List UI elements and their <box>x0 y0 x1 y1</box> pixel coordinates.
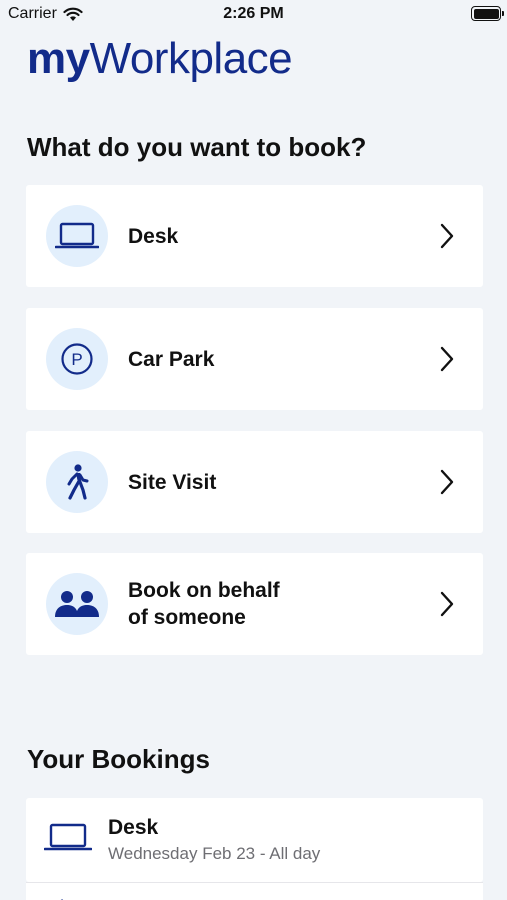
booking-item[interactable]: Desk Wednesday Feb 23 - All day <box>26 798 483 882</box>
people-icon <box>55 591 99 617</box>
book-car-park-label: Car Park <box>128 348 215 371</box>
chevron-right-icon <box>440 469 454 495</box>
svg-text:P: P <box>71 350 82 369</box>
laptop-icon <box>55 222 99 249</box>
book-desk-card[interactable]: Desk <box>26 185 483 287</box>
book-on-behalf-icon-circle <box>46 573 108 635</box>
site-visit-icon-circle <box>46 451 108 513</box>
logo-part-workplace: Workplace <box>89 34 293 83</box>
laptop-icon <box>44 823 92 851</box>
book-site-visit-card[interactable]: Site Visit <box>26 431 483 533</box>
book-on-behalf-line2: of someone <box>128 606 246 629</box>
book-on-behalf-line1: Book on behalf <box>128 579 280 602</box>
chevron-right-icon <box>440 591 454 617</box>
booking-title: Desk <box>108 816 159 839</box>
book-car-park-card[interactable]: P Car Park <box>26 308 483 410</box>
book-on-behalf-label: Book on behalf of someone <box>128 577 280 631</box>
book-section-title: What do you want to book? <box>27 132 367 162</box>
clock: 2:26 PM <box>223 5 284 22</box>
book-desk-label: Desk <box>128 225 179 248</box>
status-bar: Carrier 2:26 PM <box>0 0 507 30</box>
logo-part-my: my <box>27 34 90 83</box>
car-park-icon-circle: P <box>46 328 108 390</box>
walking-person-icon <box>60 899 64 900</box>
app-logo: myWorkplace <box>27 34 293 84</box>
book-on-behalf-card[interactable]: Book on behalf of someone <box>26 553 483 655</box>
booking-item-partial[interactable] <box>26 883 483 900</box>
book-site-visit-label: Site Visit <box>128 471 217 494</box>
parking-icon: P <box>61 343 93 375</box>
walking-person-icon <box>67 464 89 500</box>
booking-date: Wednesday Feb 23 - All day <box>108 844 321 863</box>
chevron-right-icon <box>440 346 454 372</box>
desk-icon-circle <box>46 205 108 267</box>
chevron-right-icon <box>440 223 454 249</box>
bookings-section-title: Your Bookings <box>27 744 210 774</box>
battery-icon <box>471 6 504 21</box>
